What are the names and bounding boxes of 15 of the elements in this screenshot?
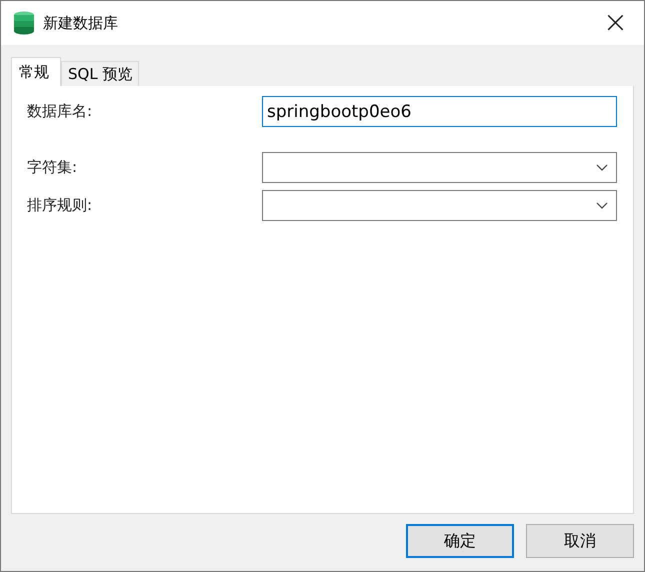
close-button[interactable]: × [598,8,632,38]
field-label: 数据库名: [27,102,94,121]
window-title: 新建数据库 [43,14,118,32]
dialog-button[interactable]: 确定 [406,524,514,558]
field-label: 字符集: [27,158,78,177]
database-icon [13,11,35,35]
tab[interactable]: 常规 [11,57,61,86]
tab[interactable]: SQL 预览 [61,61,140,86]
chevron-down-icon [596,202,608,209]
chevron-down-icon [596,164,608,171]
dialog-button[interactable]: 取消 [526,524,634,558]
dropdown[interactable] [262,190,617,221]
dropdown[interactable] [262,152,617,183]
field-label: 排序规则: [27,196,94,215]
input-field[interactable]: springbootp0eo6 [262,96,617,127]
